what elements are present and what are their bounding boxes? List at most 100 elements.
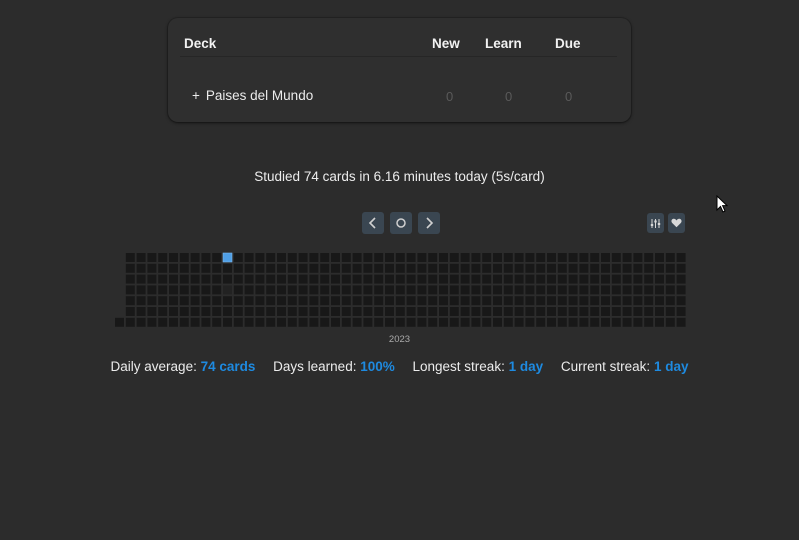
- heatmap-cell[interactable]: [287, 296, 297, 306]
- heatmap-cell[interactable]: [493, 317, 502, 327]
- heatmap-cell[interactable]: [125, 274, 135, 284]
- heatmap-cell[interactable]: [309, 307, 319, 316]
- heatmap-cell[interactable]: [298, 307, 308, 316]
- heatmap-cell[interactable]: [601, 307, 610, 316]
- heatmap-cell[interactable]: [266, 253, 276, 262]
- heatmap-cell[interactable]: [266, 296, 276, 306]
- heatmap-cell[interactable]: [406, 317, 416, 327]
- heatmap-cell[interactable]: [622, 285, 632, 295]
- heatmap-cell[interactable]: [536, 253, 546, 262]
- heatmap-cell[interactable]: [590, 307, 600, 316]
- heatmap-cell[interactable]: [633, 285, 643, 295]
- heatmap-cell[interactable]: [471, 317, 481, 327]
- heatmap-cell[interactable]: [460, 274, 470, 284]
- heatmap-cell[interactable]: [568, 263, 578, 273]
- heatmap-cell[interactable]: [493, 296, 502, 306]
- heatmap-cell[interactable]: [341, 274, 351, 284]
- heatmap-cell[interactable]: [287, 307, 297, 316]
- heatmap-cell[interactable]: [233, 296, 243, 306]
- heatmap-cell[interactable]: [212, 263, 222, 273]
- heatmap-cell[interactable]: [255, 253, 265, 262]
- heatmap-cell[interactable]: [374, 263, 384, 273]
- heatmap-cell[interactable]: [158, 317, 168, 327]
- heatmap-cell[interactable]: [547, 317, 556, 327]
- heatmap-cell[interactable]: [136, 253, 146, 262]
- heatmap-cell[interactable]: [212, 296, 222, 306]
- heatmap-cell[interactable]: [428, 307, 438, 316]
- heatmap-cell[interactable]: [590, 296, 600, 306]
- heatmap-cell[interactable]: [287, 263, 297, 273]
- heatmap-cell[interactable]: [147, 317, 157, 327]
- heatmap-cell[interactable]: [482, 317, 492, 327]
- heatmap-cell[interactable]: [428, 263, 438, 273]
- heatmap-cell[interactable]: [547, 274, 556, 284]
- heatmap-cell[interactable]: [568, 253, 578, 262]
- heatmap-cell[interactable]: [233, 307, 243, 316]
- heatmap-cell[interactable]: [655, 296, 664, 306]
- heatmap-cell[interactable]: [147, 263, 157, 273]
- heatmap-cell[interactable]: [352, 253, 362, 262]
- heatmap-cell[interactable]: [374, 317, 384, 327]
- heatmap-cell[interactable]: [557, 317, 567, 327]
- heatmap-cell[interactable]: [179, 296, 189, 306]
- heatmap-cell[interactable]: [277, 263, 286, 273]
- heatmap-cell[interactable]: [233, 263, 243, 273]
- heatmap-cell[interactable]: [439, 317, 448, 327]
- heatmap-cell[interactable]: [331, 285, 340, 295]
- heatmap-cell[interactable]: [385, 263, 394, 273]
- heatmap-cell[interactable]: [676, 253, 686, 262]
- heatmap-cell[interactable]: [633, 317, 643, 327]
- heatmap-cell[interactable]: [471, 274, 481, 284]
- heatmap-cell[interactable]: [363, 274, 373, 284]
- heatmap-cell[interactable]: [341, 285, 351, 295]
- heatmap-cell[interactable]: [374, 296, 384, 306]
- heatmap-cell[interactable]: [320, 307, 330, 316]
- heatmap-cell[interactable]: [385, 307, 394, 316]
- heatmap-cell[interactable]: [266, 307, 276, 316]
- heatmap-cell[interactable]: [449, 296, 459, 306]
- deck-name[interactable]: Paises del Mundo: [206, 88, 313, 103]
- today-button[interactable]: [390, 212, 412, 234]
- heatmap-cell[interactable]: [655, 307, 664, 316]
- heatmap-cell[interactable]: [298, 296, 308, 306]
- heatmap-cell[interactable]: [341, 317, 351, 327]
- heatmap-cell[interactable]: [482, 253, 492, 262]
- heatmap-cell[interactable]: [655, 317, 664, 327]
- heatmap-cell[interactable]: [676, 285, 686, 295]
- heatmap-cell[interactable]: [514, 263, 524, 273]
- expand-deck-button[interactable]: +: [192, 88, 200, 103]
- heatmap-cell[interactable]: [439, 285, 448, 295]
- heatmap-cell[interactable]: [590, 253, 600, 262]
- heatmap-cell[interactable]: [514, 253, 524, 262]
- heatmap-cell[interactable]: [179, 285, 189, 295]
- heatmap-cell[interactable]: [212, 253, 222, 262]
- heatmap-cell[interactable]: [471, 253, 481, 262]
- heatmap-cell[interactable]: [395, 253, 405, 262]
- heatmap-cell[interactable]: [363, 263, 373, 273]
- heatmap-cell[interactable]: [525, 253, 535, 262]
- heatmap-cell[interactable]: [277, 285, 286, 295]
- heatmap-cell[interactable]: [352, 285, 362, 295]
- heatmap-cell[interactable]: [471, 263, 481, 273]
- heatmap-cell[interactable]: [536, 317, 546, 327]
- heatmap-cell[interactable]: [287, 274, 297, 284]
- heatmap-cell[interactable]: [449, 317, 459, 327]
- heatmap-filter-button[interactable]: [647, 213, 664, 233]
- heatmap-cell[interactable]: [460, 285, 470, 295]
- heatmap-cell[interactable]: [331, 263, 340, 273]
- heatmap-cell[interactable]: [579, 317, 589, 327]
- heatmap-cell[interactable]: [601, 253, 610, 262]
- heatmap-cell[interactable]: [590, 285, 600, 295]
- heatmap-cell[interactable]: [449, 307, 459, 316]
- heatmap-cell[interactable]: [277, 274, 286, 284]
- heatmap-cell[interactable]: [493, 307, 502, 316]
- heatmap-cell[interactable]: [503, 263, 513, 273]
- heatmap-cell[interactable]: [611, 307, 621, 316]
- heatmap-cell[interactable]: [633, 307, 643, 316]
- heatmap-cell[interactable]: [158, 307, 168, 316]
- next-year-button[interactable]: [418, 212, 440, 234]
- heatmap-cell[interactable]: [406, 263, 416, 273]
- heatmap-cell[interactable]: [525, 263, 535, 273]
- heatmap-cell[interactable]: [676, 307, 686, 316]
- heatmap-cell[interactable]: [169, 274, 178, 284]
